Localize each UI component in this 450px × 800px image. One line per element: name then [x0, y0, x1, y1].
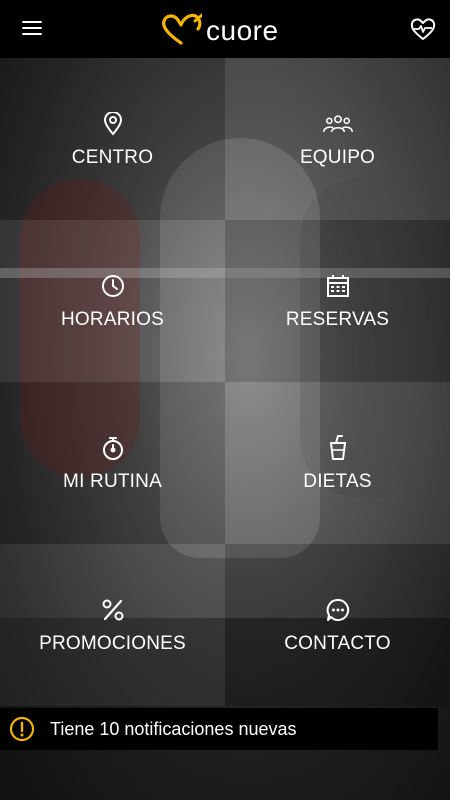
cup-icon	[323, 433, 353, 463]
notification-bar[interactable]: Tiene 10 notificaciones nuevas	[0, 708, 438, 750]
app-header: cuore	[0, 0, 450, 58]
menu-item-label: CENTRO	[71, 147, 154, 168]
heart-logo-icon	[162, 13, 202, 45]
hamburger-menu-icon[interactable]	[22, 21, 42, 37]
menu-item-label: MI RUTINA	[63, 471, 162, 492]
heart-pulse-icon[interactable]	[410, 16, 436, 42]
notification-text: Tiene 10 notificaciones nuevas	[50, 718, 297, 739]
menu-item-label: PROMOCIONES	[39, 633, 186, 654]
menu-item-label: EQUIPO	[299, 147, 376, 168]
menu-item-label: CONTACTO	[284, 633, 391, 654]
menu-item-mi-rutina[interactable]: MI RUTINA	[0, 382, 225, 544]
logo-text: cuore	[206, 15, 279, 46]
menu-item-label: DIETAS	[303, 471, 372, 492]
menu-item-label: HORARIOS	[61, 309, 164, 330]
menu-item-dietas[interactable]: DIETAS	[225, 382, 450, 544]
menu-item-centro[interactable]: CENTRO	[0, 58, 225, 220]
menu-item-contacto[interactable]: CONTACTO	[225, 544, 450, 706]
warning-circle-icon	[9, 716, 35, 742]
menu-item-equipo[interactable]: EQUIPO	[225, 58, 450, 220]
menu-item-horarios[interactable]: HORARIOS	[0, 220, 225, 382]
menu-item-promociones[interactable]: PROMOCIONES	[0, 544, 225, 706]
stopwatch-icon	[98, 433, 128, 463]
percent-icon	[98, 595, 128, 625]
group-people-icon	[322, 109, 353, 139]
clock-icon	[98, 271, 128, 301]
menu-item-label: RESERVAS	[285, 309, 390, 330]
calendar-icon	[323, 271, 353, 301]
location-pin-icon	[98, 109, 128, 139]
main-menu-grid: CENTRO EQUIPO HORARIOS RESERVAS MI RUTIN…	[0, 58, 450, 706]
chat-bubble-icon	[323, 595, 353, 625]
app-logo: cuore	[160, 12, 279, 48]
menu-item-reservas[interactable]: RESERVAS	[225, 220, 450, 382]
